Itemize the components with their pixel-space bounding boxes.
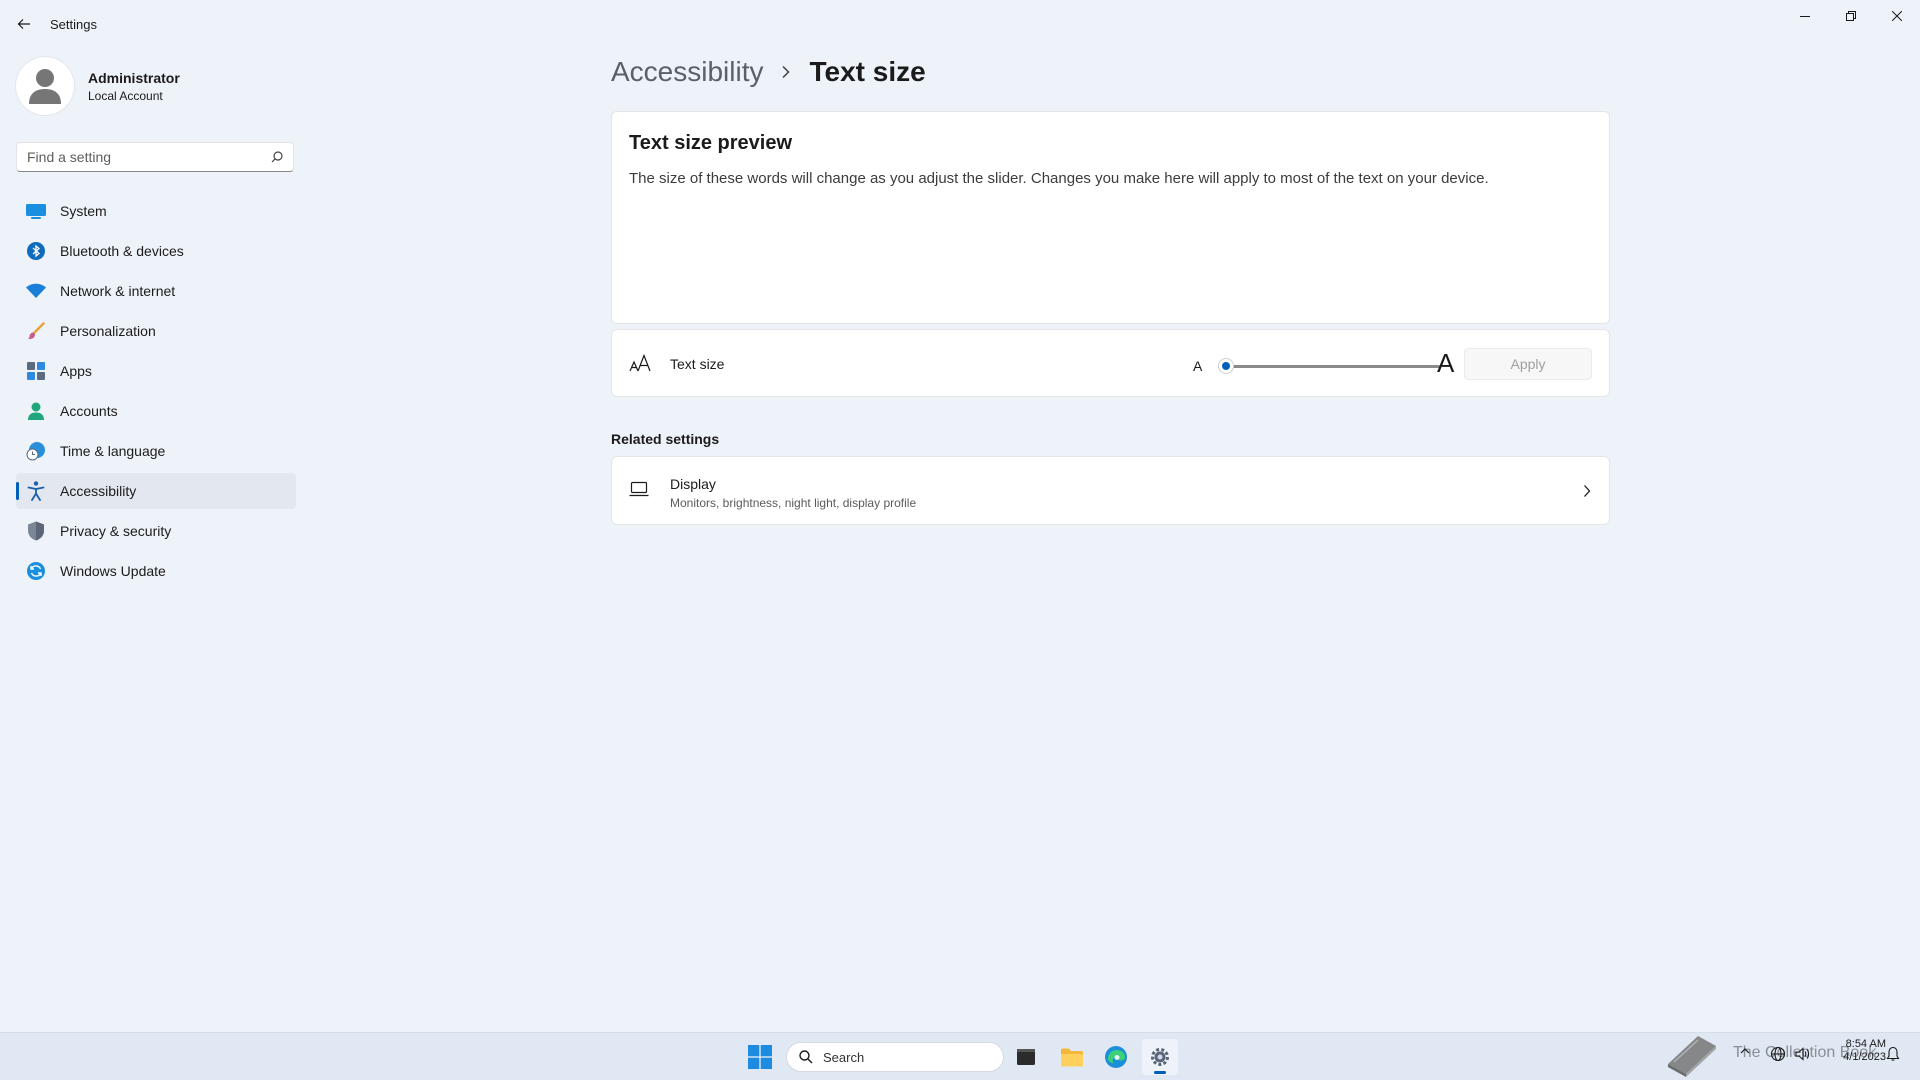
text-size-slider[interactable] — [1218, 354, 1440, 378]
user-avatar-icon — [29, 69, 61, 104]
profile-account-type: Local Account — [88, 88, 163, 103]
sidebar-item-label: Privacy & security — [60, 523, 172, 539]
related-settings-header: Related settings — [611, 431, 720, 447]
taskbar: Search — [0, 1032, 1920, 1080]
clock-globe-icon — [26, 442, 45, 461]
sidebar-item-personalization[interactable]: Personalization — [16, 313, 296, 349]
gear-icon — [1151, 1048, 1169, 1066]
display-title: Display — [670, 476, 716, 492]
chevron-right-icon — [782, 65, 791, 79]
sidebar-item-label: Windows Update — [60, 563, 166, 579]
avatar — [16, 57, 74, 115]
preview-title: Text size preview — [629, 132, 793, 154]
breadcrumb-parent-link[interactable]: Accessibility — [611, 56, 763, 88]
search-icon — [271, 151, 283, 163]
sidebar-item-label: Accounts — [60, 403, 118, 419]
apply-button[interactable]: Apply — [1464, 348, 1592, 380]
slider-track — [1218, 365, 1440, 368]
text-size-icon — [629, 354, 651, 372]
sidebar-item-privacy[interactable]: Privacy & security — [16, 513, 296, 549]
edge-browser-icon — [1105, 1046, 1127, 1068]
minimize-icon — [1800, 16, 1810, 17]
sidebar-item-label: Apps — [60, 363, 92, 379]
notification-icon[interactable] — [1886, 1046, 1900, 1062]
sidebar-item-accounts[interactable]: Accounts — [16, 393, 296, 429]
settings-search-box[interactable] — [16, 142, 294, 172]
search-icon — [799, 1050, 813, 1064]
clock-time: 8:54 AM — [1845, 1038, 1886, 1050]
close-button[interactable] — [1874, 0, 1920, 32]
breadcrumb: Accessibility Text size — [611, 56, 926, 88]
text-size-setting-card: Text size A A Apply — [611, 329, 1610, 397]
volume-icon[interactable] — [1794, 1046, 1810, 1062]
brush-icon — [28, 322, 45, 339]
text-size-label: Text size — [670, 356, 725, 372]
sidebar-item-system[interactable]: System — [16, 193, 296, 229]
back-button[interactable] — [12, 12, 36, 36]
wifi-icon — [26, 283, 46, 298]
sidebar-item-label: Accessibility — [60, 483, 137, 499]
folder-icon — [1061, 1048, 1083, 1067]
sidebar-item-accessibility[interactable]: Accessibility — [16, 473, 296, 509]
taskbar-search[interactable]: Search — [786, 1042, 1004, 1072]
accessibility-icon — [27, 481, 45, 501]
sidebar-item-label: System — [60, 203, 107, 219]
restore-icon — [1846, 11, 1856, 21]
app-title: Settings — [50, 17, 97, 32]
taskbar-clock[interactable]: 8:54 AM 4/1/2023 — [1826, 1038, 1886, 1064]
sidebar-nav: System Bluetooth & devices Network & int… — [16, 193, 296, 593]
preview-description: The size of these words will change as y… — [629, 170, 1489, 187]
slider-thumb[interactable] — [1219, 359, 1233, 373]
sidebar-item-time-language[interactable]: Time & language — [16, 433, 296, 469]
shield-icon — [28, 521, 44, 541]
taskbar-settings[interactable] — [1142, 1039, 1178, 1075]
sidebar-item-bluetooth[interactable]: Bluetooth & devices — [16, 233, 296, 269]
person-icon — [28, 402, 44, 420]
back-arrow-icon — [17, 19, 30, 29]
restore-button[interactable] — [1828, 0, 1874, 32]
taskbar-file-explorer[interactable] — [1054, 1039, 1090, 1075]
clock-date: 4/1/2023 — [1843, 1051, 1886, 1063]
text-size-preview-card: Text size preview The size of these word… — [611, 111, 1610, 324]
profile-name: Administrator — [88, 69, 180, 86]
sidebar-item-label: Personalization — [60, 323, 156, 339]
sidebar-item-windows-update[interactable]: Windows Update — [16, 553, 296, 589]
user-profile[interactable]: Administrator Local Account — [16, 57, 180, 115]
apps-icon — [27, 362, 45, 380]
chevron-right-icon — [1584, 485, 1591, 497]
update-icon — [27, 562, 45, 580]
terminal-icon — [1017, 1049, 1035, 1065]
taskbar-search-label: Search — [823, 1049, 865, 1065]
display-settings-link[interactable]: Display Monitors, brightness, night ligh… — [611, 456, 1610, 525]
display-laptop-icon — [629, 481, 649, 497]
title-bar: Settings — [0, 0, 1920, 48]
sidebar-item-network[interactable]: Network & internet — [16, 273, 296, 309]
bluetooth-icon — [27, 242, 45, 260]
minimize-button[interactable] — [1782, 0, 1828, 32]
settings-search-input[interactable] — [17, 143, 277, 171]
network-globe-icon[interactable] — [1770, 1046, 1786, 1062]
sidebar-item-label: Bluetooth & devices — [60, 243, 184, 259]
chevron-up-icon[interactable] — [1740, 1046, 1750, 1056]
slider-max-glyph: A — [1437, 348, 1455, 378]
display-subtitle: Monitors, brightness, night light, displ… — [670, 496, 917, 510]
start-button[interactable] — [742, 1039, 778, 1075]
taskbar-task-view[interactable] — [1008, 1039, 1044, 1075]
sidebar-item-apps[interactable]: Apps — [16, 353, 296, 389]
close-icon — [1892, 11, 1902, 21]
system-icon — [26, 204, 46, 219]
sidebar-item-label: Network & internet — [60, 283, 176, 299]
page-title: Text size — [809, 56, 926, 87]
slider-min-glyph: A — [1193, 358, 1203, 374]
taskbar-edge[interactable] — [1098, 1039, 1134, 1075]
book-watermark-icon — [1668, 1036, 1716, 1077]
sidebar-item-label: Time & language — [60, 443, 166, 459]
windows-logo-icon — [748, 1045, 772, 1069]
